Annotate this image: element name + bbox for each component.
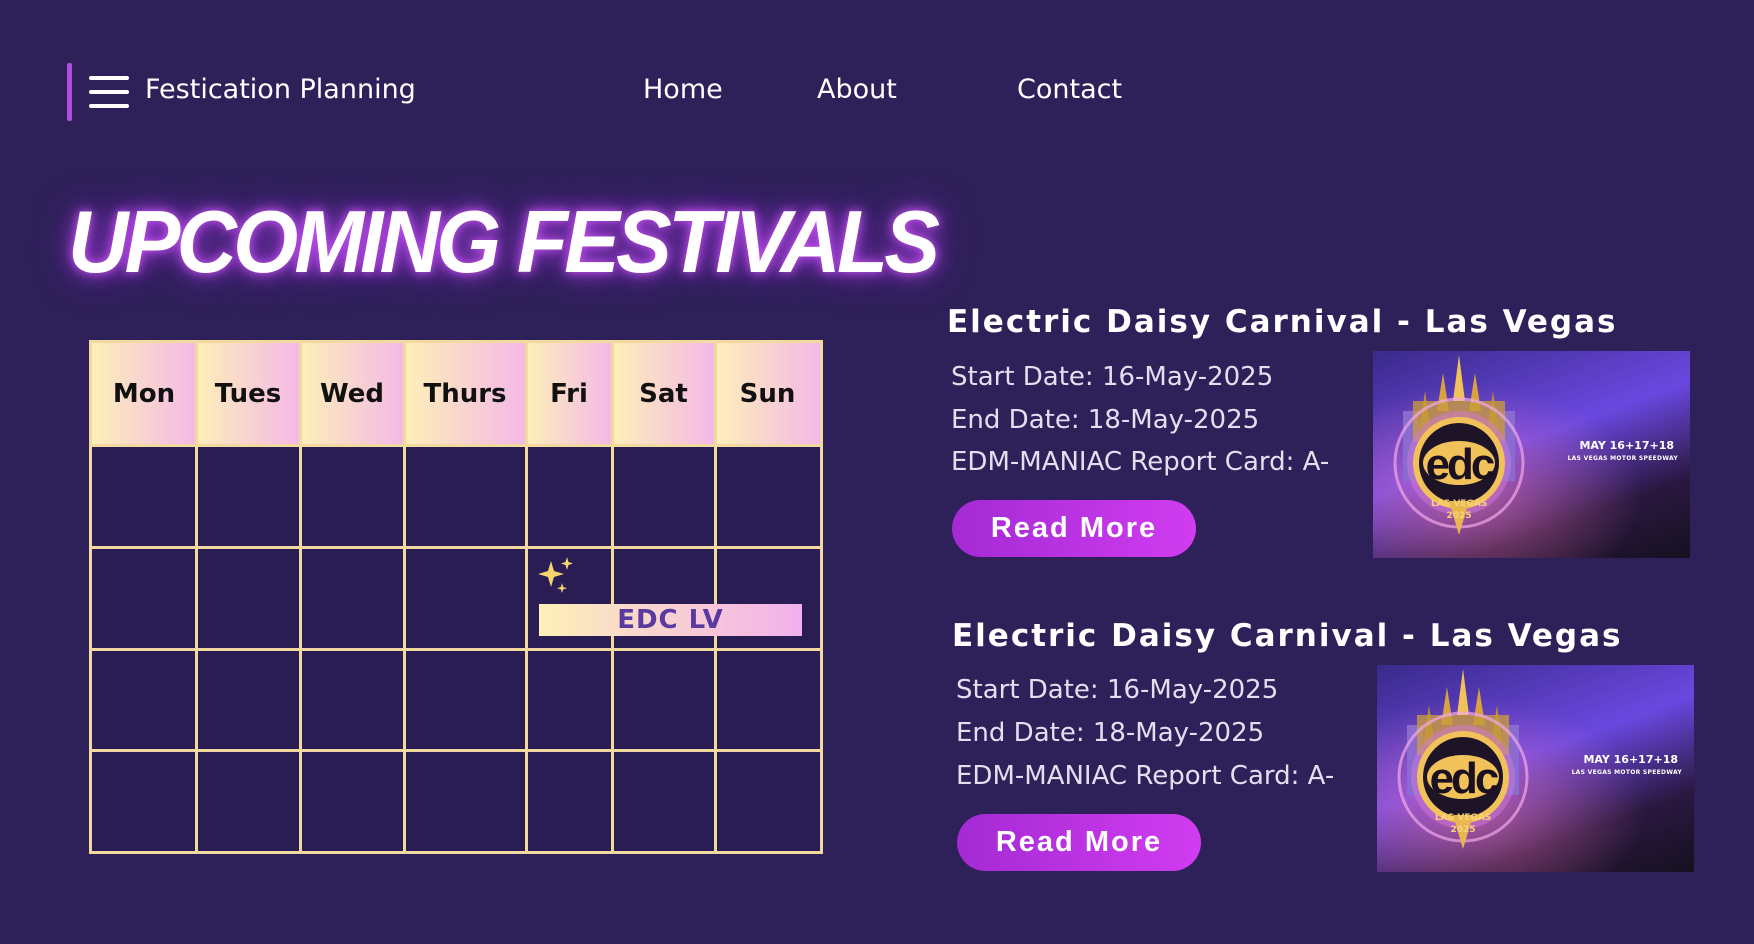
calendar-grid-line [92,748,820,752]
festival-start-date: Start Date: 16-May-2025 [956,675,1279,705]
calendar-day-cell[interactable] [196,547,300,649]
calendar-day-cell[interactable] [196,445,300,547]
calendar-day-cell[interactable] [300,750,404,851]
calendar-grid-line [524,343,528,851]
calendar-grid-line [92,545,820,549]
festival-report-card: EDM-MANIAC Report Card: A- [951,447,1330,477]
calendar-day-cell[interactable] [300,649,404,750]
calendar-day-header: Sun [715,343,820,445]
festival-poster-image[interactable]: edc LAS VEGAS 2025 MAY 16+17+18 LAS VEGA… [1373,351,1690,558]
poster-logo: edc [1429,754,1500,803]
poster-year: 2025 [1450,825,1476,835]
calendar-day-cell[interactable] [715,649,820,750]
calendar-day-cell[interactable] [404,547,526,649]
calendar-day-header: Thurs [404,343,526,445]
festival-title[interactable]: Electric Daisy Carnival - Las Vegas [952,616,1623,656]
menu-icon[interactable] [89,76,129,108]
read-more-button[interactable]: Read More [957,814,1201,871]
poster-dates: MAY 16+17+18 [1583,753,1678,766]
calendar-day-cell[interactable] [92,547,196,649]
calendar-day-cell[interactable] [300,547,404,649]
read-more-button[interactable]: Read More [952,500,1196,557]
poster-venue: LAS VEGAS MOTOR SPEEDWAY [1571,769,1682,776]
calendar-grid-line [92,647,820,651]
festival-end-date: End Date: 18-May-2025 [956,718,1265,748]
festival-end-date: End Date: 18-May-2025 [951,405,1260,435]
festival-title[interactable]: Electric Daisy Carnival - Las Vegas [947,302,1618,342]
poster-dates: MAY 16+17+18 [1579,439,1674,452]
calendar-day-header: Wed [300,343,404,445]
calendar-day-cell[interactable] [526,445,612,547]
calendar-day-cell[interactable] [715,445,820,547]
calendar-day-cell[interactable] [92,750,196,851]
nav-link-about[interactable]: About [817,72,897,108]
calendar-day-cell[interactable] [612,649,715,750]
festival-start-date: Start Date: 16-May-2025 [951,362,1274,392]
calendar-grid-line [92,443,820,447]
calendar-day-cell[interactable] [612,445,715,547]
calendar-day-cell[interactable] [404,750,526,851]
poster-logo: edc [1425,440,1496,489]
calendar-day-cell[interactable] [92,445,196,547]
calendar-day-header: Fri [526,343,612,445]
nav-link-contact[interactable]: Contact [1017,72,1122,108]
calendar-day-header: Tues [196,343,300,445]
calendar-day-cell[interactable] [196,750,300,851]
calendar-day-cell[interactable] [404,445,526,547]
festival-report-card: EDM-MANIAC Report Card: A- [956,761,1335,791]
calendar-day-cell[interactable] [612,750,715,851]
festival-poster-image[interactable]: edc LAS VEGAS 2025 MAY 16+17+18 LAS VEGA… [1377,665,1694,872]
calendar-day-cell[interactable] [526,750,612,851]
calendar-day-cell[interactable] [92,649,196,750]
sparkle-icon [538,557,573,593]
poster-city: LAS VEGAS [1431,499,1488,509]
poster-city: LAS VEGAS [1435,813,1492,823]
poster-venue: LAS VEGAS MOTOR SPEEDWAY [1567,455,1678,462]
calendar-day-cell[interactable] [404,649,526,750]
calendar-day-header: Mon [92,343,196,445]
calendar-day-cell[interactable] [196,649,300,750]
calendar-day-header: Sat [612,343,715,445]
calendar-grid-line [194,343,198,851]
nav-accent-bar [67,63,72,121]
calendar-day-cell[interactable] [715,750,820,851]
calendar-day-cell[interactable] [300,445,404,547]
calendar-grid-line [402,343,406,851]
brand-name[interactable]: Festication Planning [145,72,416,108]
calendar-grid-line [713,343,717,851]
nav-link-home[interactable]: Home [643,72,723,108]
calendar-grid-line [610,343,614,851]
page-title: UPCOMING FESTIVALS [68,192,940,291]
calendar-day-cell[interactable] [526,649,612,750]
calendar-grid-line [298,343,302,851]
festival-calendar: Mon Tues Wed Thurs Fri Sat Sun [89,340,823,854]
calendar-event-edc-lv[interactable]: EDC LV [539,604,802,636]
poster-year: 2025 [1446,511,1472,521]
page: Festication Planning Home About Contact … [0,0,1754,944]
